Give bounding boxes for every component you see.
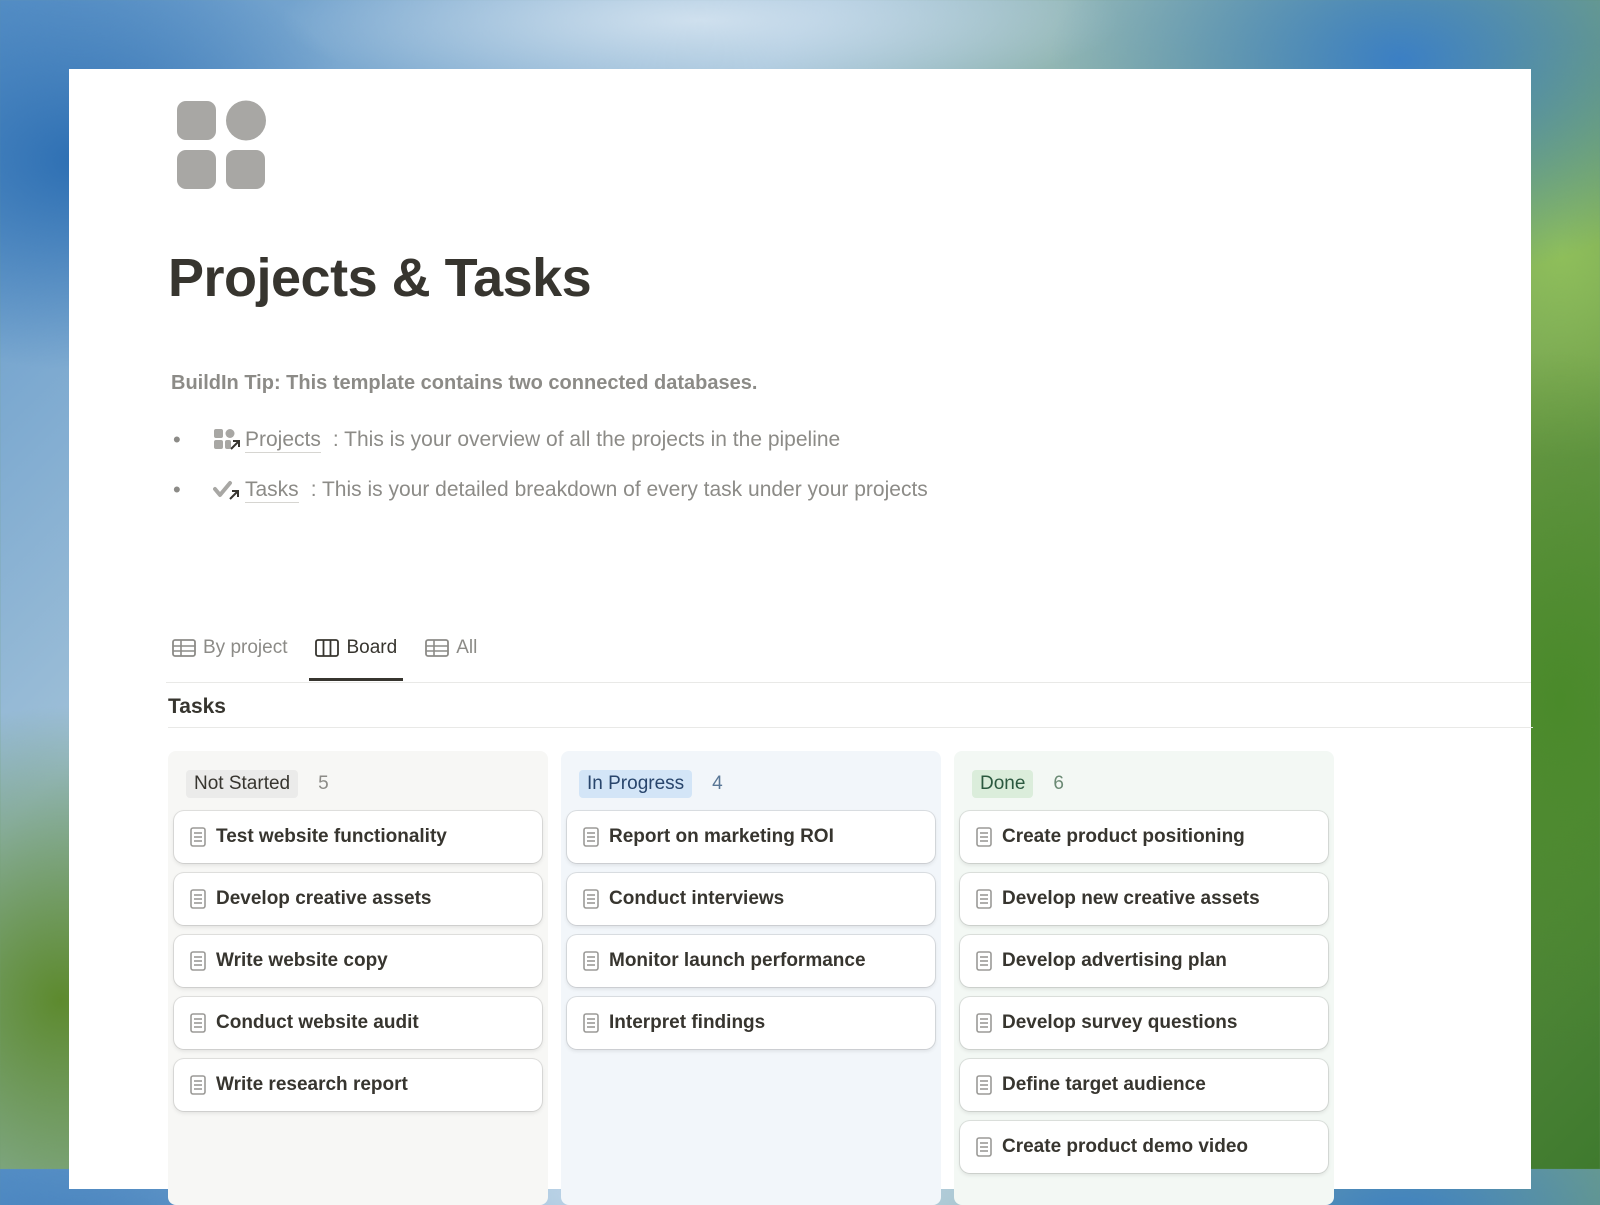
page-icon [190,827,206,847]
projects-link[interactable]: Projects [245,428,321,453]
bullet-dot: • [173,477,181,502]
task-card[interactable]: Report on marketing ROI [567,811,935,863]
task-card[interactable]: Develop advertising plan [960,935,1328,987]
bullet-item-projects: • Projects : This is your overview of al… [173,415,928,465]
tab-all[interactable]: All [419,628,483,668]
tasks-link-icon[interactable] [213,477,241,503]
tab-board[interactable]: Board [309,628,403,681]
page-icon [190,889,206,909]
task-title: Create product demo video [1002,1136,1248,1157]
tasks-link[interactable]: Tasks [245,478,299,503]
column-header: In Progress 4 [567,757,935,811]
task-card[interactable]: Develop new creative assets [960,873,1328,925]
database-title[interactable]: Tasks [168,687,1533,728]
column-not-started: Not Started 5 Test website functionality… [168,751,548,1205]
task-title: Interpret findings [609,1012,766,1033]
task-card[interactable]: Conduct interviews [567,873,935,925]
page-title: Projects & Tasks [168,248,592,308]
task-card[interactable]: Develop creative assets [174,873,542,925]
task-title: Develop survey questions [1002,1012,1238,1033]
task-card[interactable]: Conduct website audit [174,997,542,1049]
task-card[interactable]: Develop survey questions [960,997,1328,1049]
tasks-description: : This is your detailed breakdown of eve… [310,478,928,501]
task-title: Write website copy [216,950,388,971]
column-in-progress: In Progress 4 Report on marketing ROI Co… [561,751,941,1205]
column-count: 6 [1053,773,1064,794]
page-icon [976,1137,992,1157]
task-title: Develop new creative assets [1002,888,1260,909]
task-card[interactable]: Create product demo video [960,1121,1328,1173]
page-icon [190,951,206,971]
tab-label: By project [203,637,288,658]
status-badge[interactable]: Done [972,770,1034,798]
column-header: Done 6 [960,757,1328,811]
task-title: Test website functionality [216,826,447,847]
column-count: 5 [318,773,329,794]
task-card[interactable]: Interpret findings [567,997,935,1049]
board: Not Started 5 Test website functionality… [168,751,1347,1205]
page-icon [976,951,992,971]
view-tabs: By project Board All [166,628,1531,683]
task-card[interactable]: Monitor launch performance [567,935,935,987]
column-header: Not Started 5 [174,757,542,811]
task-title: Develop advertising plan [1002,950,1227,971]
tab-by-project[interactable]: By project [166,628,293,668]
table-icon [172,639,196,657]
task-title: Develop creative assets [216,888,432,909]
bullet-list: • Projects : This is your overview of al… [173,415,928,515]
page-icon [976,1013,992,1033]
task-card[interactable]: Write website copy [174,935,542,987]
page-icon [976,889,992,909]
page-icon [583,1013,599,1033]
task-card[interactable]: Define target audience [960,1059,1328,1111]
projects-description: : This is your overview of all the proje… [332,428,841,451]
page-icon [190,1013,206,1033]
page-icon [190,1075,206,1095]
board-icon [315,639,340,657]
task-title: Write research report [216,1074,408,1095]
page-icon [583,951,599,971]
tip-text: BuildIn Tip: This template contains two … [171,372,758,394]
bullet-item-tasks: • Tasks : This is your detailed breakdow… [173,465,928,515]
grid-blocks-icon[interactable] [175,99,267,191]
task-title: Conduct interviews [609,888,785,909]
page: Projects & Tasks BuildIn Tip: This templ… [69,69,1533,1205]
page-icon [583,827,599,847]
tab-label: All [456,637,478,658]
task-title: Monitor launch performance [609,950,866,971]
page-icon [583,889,599,909]
table-icon [425,639,450,657]
page-icon [976,1075,992,1095]
task-title: Report on marketing ROI [609,826,834,847]
status-badge[interactable]: In Progress [579,770,693,798]
page-icon [976,827,992,847]
tab-label: Board [346,637,398,658]
column-done: Done 6 Create product positioning Develo… [954,751,1334,1205]
column-count: 4 [712,773,723,794]
task-card[interactable]: Test website functionality [174,811,542,863]
task-card[interactable]: Write research report [174,1059,542,1111]
task-title: Conduct website audit [216,1012,419,1033]
task-card[interactable]: Create product positioning [960,811,1328,863]
bullet-dot: • [173,427,181,452]
task-title: Create product positioning [1002,826,1245,847]
task-title: Define target audience [1002,1074,1206,1095]
status-badge[interactable]: Not Started [186,770,299,798]
projects-link-icon[interactable] [213,427,241,453]
